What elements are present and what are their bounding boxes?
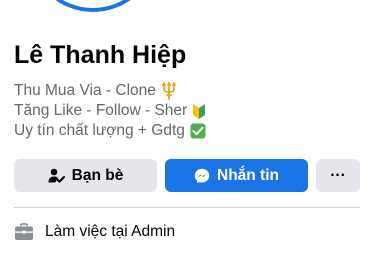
bio-text: Tăng Like - Follow - Sher	[14, 102, 188, 119]
bio-text: Uy tín chất lượng + Gdtg	[14, 122, 185, 139]
message-button[interactable]: Nhắn tin	[165, 159, 308, 192]
section-divider	[14, 207, 360, 208]
work-info: Làm việc tại Admin	[14, 223, 175, 241]
bio-line: Tăng Like - Follow - Sher	[14, 101, 206, 121]
bio-line: Thu Mua Via - Clone	[14, 81, 206, 101]
beginner-badge-icon	[192, 103, 206, 120]
bio-text: Thu Mua Via - Clone	[14, 82, 156, 99]
profile-bio: Thu Mua Via - Clone Tăng Like - Follow -…	[14, 81, 206, 141]
messenger-icon	[194, 168, 210, 184]
more-options-button[interactable]: ···	[316, 159, 360, 192]
trident-icon	[161, 82, 177, 100]
work-label: Làm việc tại Admin	[45, 223, 176, 240]
friends-button-label: Bạn bè	[71, 166, 124, 184]
message-button-label: Nhắn tin	[217, 166, 279, 184]
briefcase-icon	[14, 223, 34, 241]
bio-line: Uy tín chất lượng + Gdtg	[14, 121, 206, 141]
friends-button[interactable]: Bạn bè	[14, 159, 157, 192]
profile-name: Lê Thanh Hiệp	[14, 41, 187, 69]
profile-avatar[interactable]	[28, 0, 158, 12]
friends-check-icon	[48, 168, 65, 183]
more-options-icon: ···	[330, 166, 346, 184]
check-mark-button-icon	[190, 123, 206, 139]
